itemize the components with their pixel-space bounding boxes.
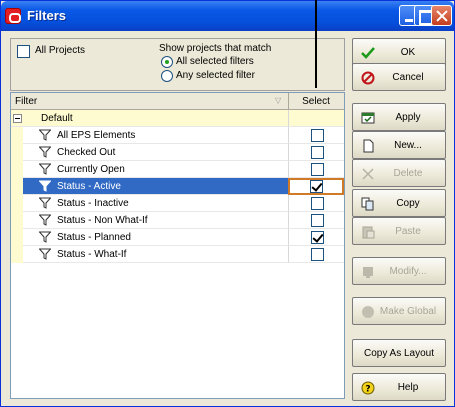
filter-table: Filter ▽ Select Default All EPS Elements… [10, 92, 345, 399]
filter-column-header[interactable]: Filter [15, 96, 37, 107]
table-row[interactable]: Checked Out [11, 144, 344, 161]
paste-button[interactable]: Paste [352, 217, 446, 245]
filter-name: Status - Inactive [57, 198, 129, 209]
select-column-header[interactable]: Select [288, 96, 344, 107]
apply-button[interactable]: Apply [352, 103, 446, 131]
filter-name: Currently Open [57, 164, 125, 175]
table-header: Filter ▽ Select [11, 93, 344, 110]
table-row[interactable]: All EPS Elements [11, 127, 344, 144]
close-button[interactable] [431, 5, 452, 26]
all-selected-filters-radio[interactable] [161, 56, 173, 68]
select-checkbox[interactable] [311, 146, 324, 159]
apply-icon [361, 112, 375, 124]
select-checkbox[interactable] [310, 180, 323, 193]
table-row[interactable]: Status - Non What-If [11, 212, 344, 229]
app-icon [5, 8, 21, 24]
x-icon [362, 168, 374, 180]
table-row[interactable]: Status - Active [11, 178, 344, 195]
filter-name: Status - What-If [57, 249, 127, 260]
filter-name: All EPS Elements [57, 130, 136, 141]
filter-funnel-icon [39, 214, 51, 226]
options-panel: All Projects Show projects that match Al… [10, 38, 345, 91]
table-row[interactable]: Status - Inactive [11, 195, 344, 212]
filter-funnel-icon [39, 248, 51, 260]
make-global-button[interactable]: Make Global [352, 297, 446, 325]
select-checkbox[interactable] [311, 197, 324, 210]
filter-name: Status - Non What-If [57, 215, 148, 226]
filter-funnel-icon [39, 231, 51, 243]
new-document-icon [363, 139, 374, 153]
filter-name: Status - Active [57, 181, 121, 192]
any-selected-filter-label: Any selected filter [176, 70, 255, 81]
modify-button[interactable]: Modify... [352, 257, 446, 285]
all-selected-filters-label: All selected filters [176, 56, 254, 67]
collapse-icon[interactable] [13, 114, 22, 123]
filters-dialog: Filters All Projects Show projects that … [0, 0, 455, 407]
table-row[interactable]: Status - Planned [11, 229, 344, 246]
copy-as-layout-button[interactable]: Copy As Layout [352, 339, 446, 367]
show-projects-label: Show projects that match [159, 43, 272, 54]
select-checkbox[interactable] [311, 163, 324, 176]
globe-icon [362, 306, 374, 318]
new-button[interactable]: New... [352, 131, 446, 159]
copy-icon [361, 197, 374, 211]
modify-icon [363, 267, 373, 278]
sort-icon: ▽ [275, 96, 282, 105]
ok-button[interactable]: OK [352, 38, 446, 66]
select-checkbox[interactable] [311, 129, 324, 142]
all-projects-checkbox[interactable] [17, 45, 30, 58]
no-entry-icon [361, 71, 375, 85]
help-button[interactable]: ? Help [352, 373, 446, 401]
delete-button[interactable]: Delete [352, 159, 446, 187]
filter-funnel-icon [39, 163, 51, 175]
svg-text:?: ? [365, 385, 370, 395]
select-checkbox[interactable] [311, 231, 324, 244]
filter-name: Status - Planned [57, 232, 131, 243]
filter-name: Checked Out [57, 147, 116, 158]
table-row[interactable]: Status - What-If [11, 246, 344, 263]
filter-funnel-icon [39, 146, 51, 158]
title-bar[interactable]: Filters [1, 1, 454, 31]
filter-funnel-icon [39, 197, 51, 209]
all-projects-label: All Projects [35, 45, 86, 56]
paste-icon [362, 226, 375, 239]
copy-button[interactable]: Copy [352, 189, 446, 217]
help-icon: ? [361, 381, 375, 395]
window-title: Filters [27, 8, 67, 23]
group-label: Default [41, 113, 73, 124]
table-row[interactable]: Currently Open [11, 161, 344, 178]
select-checkbox[interactable] [311, 248, 324, 261]
checkmark-icon [361, 47, 375, 59]
any-selected-filter-radio[interactable] [161, 70, 173, 82]
group-row-default[interactable]: Default [11, 110, 344, 127]
filter-funnel-icon [39, 129, 51, 141]
select-checkbox[interactable] [311, 214, 324, 227]
cancel-button[interactable]: Cancel [352, 63, 446, 91]
pointer-line [315, 0, 317, 88]
filter-funnel-icon [39, 180, 51, 192]
